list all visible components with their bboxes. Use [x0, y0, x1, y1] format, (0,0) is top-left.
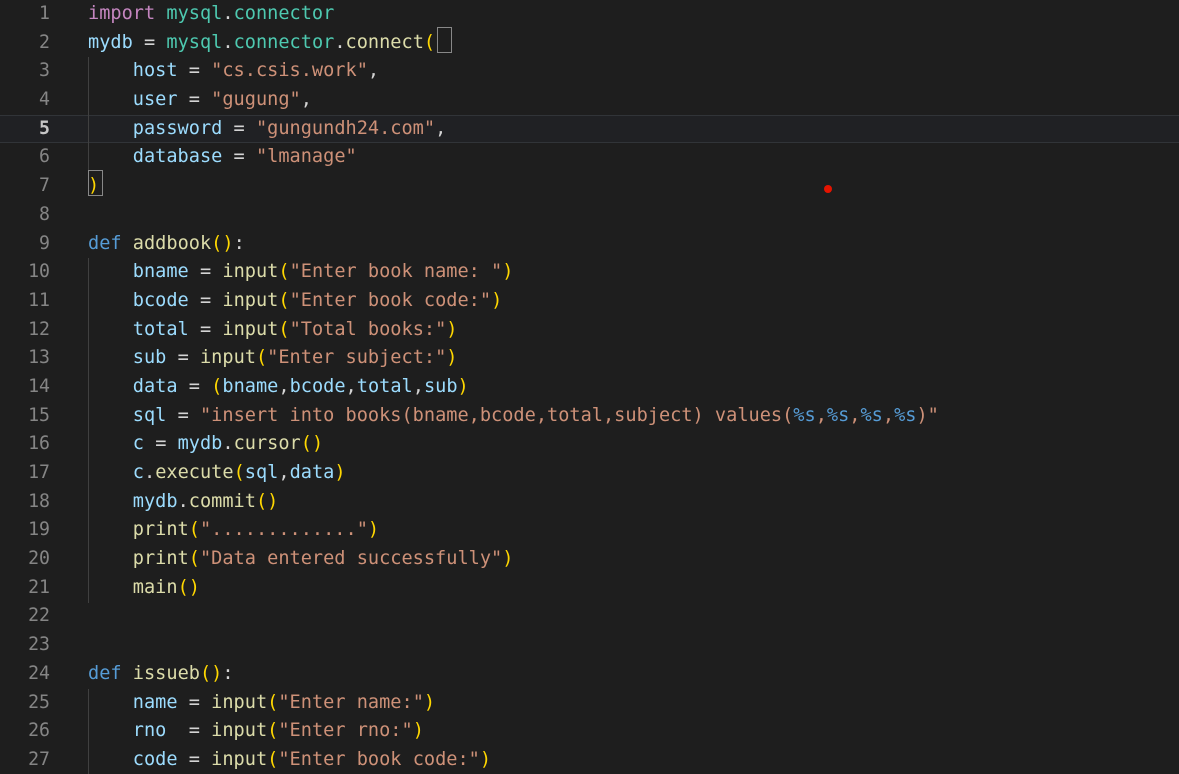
line-number: 7 [39, 175, 50, 197]
code-line[interactable]: 26 rno = input("Enter rno:") [0, 717, 1179, 746]
line-content[interactable]: def addbook(): [88, 230, 245, 259]
line-content[interactable]: bname = input("Enter book name: ") [88, 258, 514, 287]
code-line[interactable]: 8 [0, 201, 1179, 230]
error-marker-dot[interactable] [824, 185, 832, 193]
line-number: 6 [39, 146, 50, 168]
code-editor[interactable]: 1 import mysql.connector 2 mydb = mysql.… [0, 0, 1179, 774]
code-line[interactable]: 15 sql = "insert into books(bname,bcode,… [0, 402, 1179, 431]
code-line[interactable]: 23 [0, 631, 1179, 660]
code-line[interactable]: 22 [0, 602, 1179, 631]
line-number: 16 [28, 433, 50, 455]
code-line[interactable]: 12 total = input("Total books:") [0, 316, 1179, 345]
line-number: 17 [28, 462, 50, 483]
line-content[interactable]: ) [88, 172, 99, 201]
line-content[interactable]: rno = input("Enter rno:") [88, 717, 424, 746]
line-content[interactable]: password = "gungundh24.com", [88, 115, 447, 144]
code-line[interactable]: 11 bcode = input("Enter book code:") [0, 287, 1179, 316]
line-content[interactable]: c.execute(sql,data) [88, 459, 346, 488]
code-line[interactable]: 16 c = mydb.cursor() [0, 430, 1179, 459]
line-number: 25 [28, 691, 50, 713]
code-line[interactable]: 13 sub = input("Enter subject:") [0, 344, 1179, 373]
line-content[interactable]: host = "cs.csis.work", [88, 57, 379, 86]
line-content[interactable]: c = mydb.cursor() [88, 430, 323, 459]
line-content[interactable]: print(".............") [88, 516, 379, 545]
code-line[interactable]: 19 print(".............") [0, 516, 1179, 545]
line-number: 2 [39, 31, 50, 53]
line-content[interactable]: bcode = input("Enter book code:") [88, 287, 502, 316]
code-line[interactable]: 21 main() [0, 574, 1179, 603]
line-number: 20 [28, 548, 50, 570]
code-line[interactable]: 7 ) [0, 172, 1179, 201]
line-number: 10 [28, 261, 50, 283]
code-line[interactable]: 27 code = input("Enter book code:") [0, 746, 1179, 774]
line-number: 21 [28, 576, 50, 598]
line-content[interactable]: sub = input("Enter subject:") [88, 344, 458, 373]
code-line[interactable]: 20 print("Data entered successfully") [0, 545, 1179, 574]
code-lines-container[interactable]: 1 import mysql.connector 2 mydb = mysql.… [0, 0, 1179, 774]
line-content[interactable]: mydb.commit() [88, 488, 279, 517]
code-line[interactable]: 18 mydb.commit() [0, 488, 1179, 517]
line-content[interactable]: print("Data entered successfully") [88, 545, 514, 574]
line-content[interactable]: user = "gugung", [88, 86, 312, 115]
line-number: 12 [28, 318, 50, 340]
line-content[interactable]: main() [88, 574, 200, 603]
code-line[interactable]: 25 name = input("Enter name:") [0, 689, 1179, 718]
line-number: 3 [39, 60, 50, 82]
code-line-active[interactable]: 5 password = "gungundh24.com", [0, 115, 1179, 144]
line-number: 4 [39, 89, 50, 111]
line-number: 5 [39, 117, 50, 139]
line-number: 9 [39, 232, 50, 254]
line-content[interactable]: database = "lmanage" [88, 143, 357, 172]
code-line[interactable]: 24 def issueb(): [0, 660, 1179, 689]
line-number: 26 [28, 720, 50, 742]
line-content[interactable]: data = (bname,bcode,total,sub) [88, 373, 469, 402]
line-content[interactable]: mydb = mysql.connector.connect( [88, 29, 435, 58]
line-number: 8 [39, 203, 50, 225]
code-line[interactable]: 4 user = "gugung", [0, 86, 1179, 115]
line-content[interactable]: import mysql.connector [88, 0, 334, 29]
code-line[interactable]: 6 database = "lmanage" [0, 143, 1179, 172]
line-number: 24 [28, 662, 50, 684]
code-line[interactable]: 1 import mysql.connector [0, 0, 1179, 29]
line-number: 22 [28, 605, 50, 627]
code-line[interactable]: 2 mydb = mysql.connector.connect( [0, 29, 1179, 58]
line-number: 11 [28, 289, 50, 311]
code-line[interactable]: 14 data = (bname,bcode,total,sub) [0, 373, 1179, 402]
line-number: 23 [28, 634, 50, 656]
code-line[interactable]: 10 bname = input("Enter book name: ") [0, 258, 1179, 287]
line-content[interactable]: def issueb(): [88, 660, 234, 689]
line-number: 18 [28, 490, 50, 512]
line-content[interactable]: name = input("Enter name:") [88, 689, 435, 718]
code-line[interactable]: 17 c.execute(sql,data) [0, 459, 1179, 488]
line-content[interactable]: sql = "insert into books(bname,bcode,tot… [88, 402, 939, 431]
line-content[interactable]: total = input("Total books:") [88, 316, 458, 345]
line-number: 15 [28, 404, 50, 426]
line-number: 19 [28, 519, 50, 541]
code-line[interactable]: 9 def addbook(): [0, 230, 1179, 259]
line-number: 14 [28, 375, 50, 397]
line-content[interactable]: code = input("Enter book code:") [88, 746, 491, 774]
line-number: 1 [39, 3, 50, 24]
line-number: 27 [28, 748, 50, 770]
line-number: 13 [28, 347, 50, 369]
code-line[interactable]: 3 host = "cs.csis.work", [0, 57, 1179, 86]
